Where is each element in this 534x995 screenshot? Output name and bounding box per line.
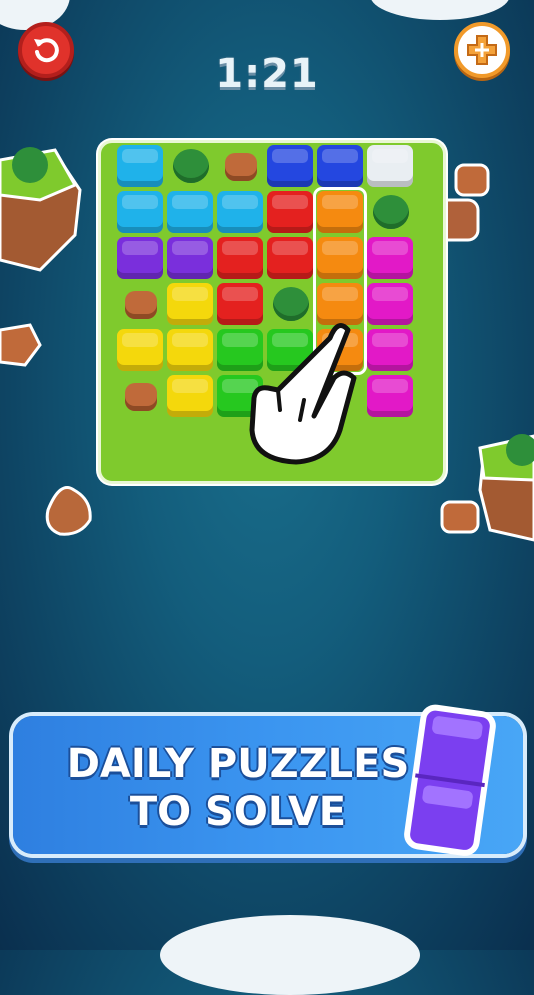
- tile-cyan[interactable]: [117, 191, 163, 233]
- tile-yellow[interactable]: [167, 283, 213, 325]
- pointing-hand-icon: [249, 323, 357, 465]
- bush-obstacle: [173, 149, 209, 183]
- puzzle-piece-plus-icon: [467, 35, 497, 65]
- tile-cyan[interactable]: [117, 145, 163, 187]
- tile-cyan[interactable]: [167, 191, 213, 233]
- tile-yellow[interactable]: [117, 329, 163, 371]
- left-rock: [0, 323, 42, 367]
- tile-purple[interactable]: [117, 237, 163, 279]
- rock-obstacle: [225, 153, 257, 181]
- bottom-right-rock: [440, 500, 480, 534]
- cloud-bottom: [160, 915, 420, 995]
- purple-block-piece-icon: [404, 704, 496, 856]
- banner-line-2: TO SOLVE: [129, 789, 347, 835]
- rock-obstacle: [125, 383, 157, 411]
- tile-yellow[interactable]: [167, 329, 213, 371]
- tile-red[interactable]: [267, 191, 313, 233]
- tile-blue[interactable]: [267, 145, 313, 187]
- tile-red[interactable]: [217, 237, 263, 279]
- tile-yellow[interactable]: [167, 375, 213, 417]
- tile-blue[interactable]: [317, 145, 363, 187]
- hint-button[interactable]: [454, 22, 510, 78]
- tile-white[interactable]: [367, 145, 413, 187]
- bottom-left-rock: [45, 486, 92, 536]
- tile-magenta[interactable]: [367, 237, 413, 279]
- tile-red[interactable]: [267, 237, 313, 279]
- bush-obstacle: [373, 195, 409, 229]
- left-island: [0, 147, 82, 272]
- rock-obstacle: [125, 291, 157, 319]
- cloud-top-right: [370, 0, 510, 20]
- tile-cyan[interactable]: [217, 191, 263, 233]
- banner-line-1: DAILY PUZZLES: [66, 741, 410, 787]
- tile-purple[interactable]: [167, 237, 213, 279]
